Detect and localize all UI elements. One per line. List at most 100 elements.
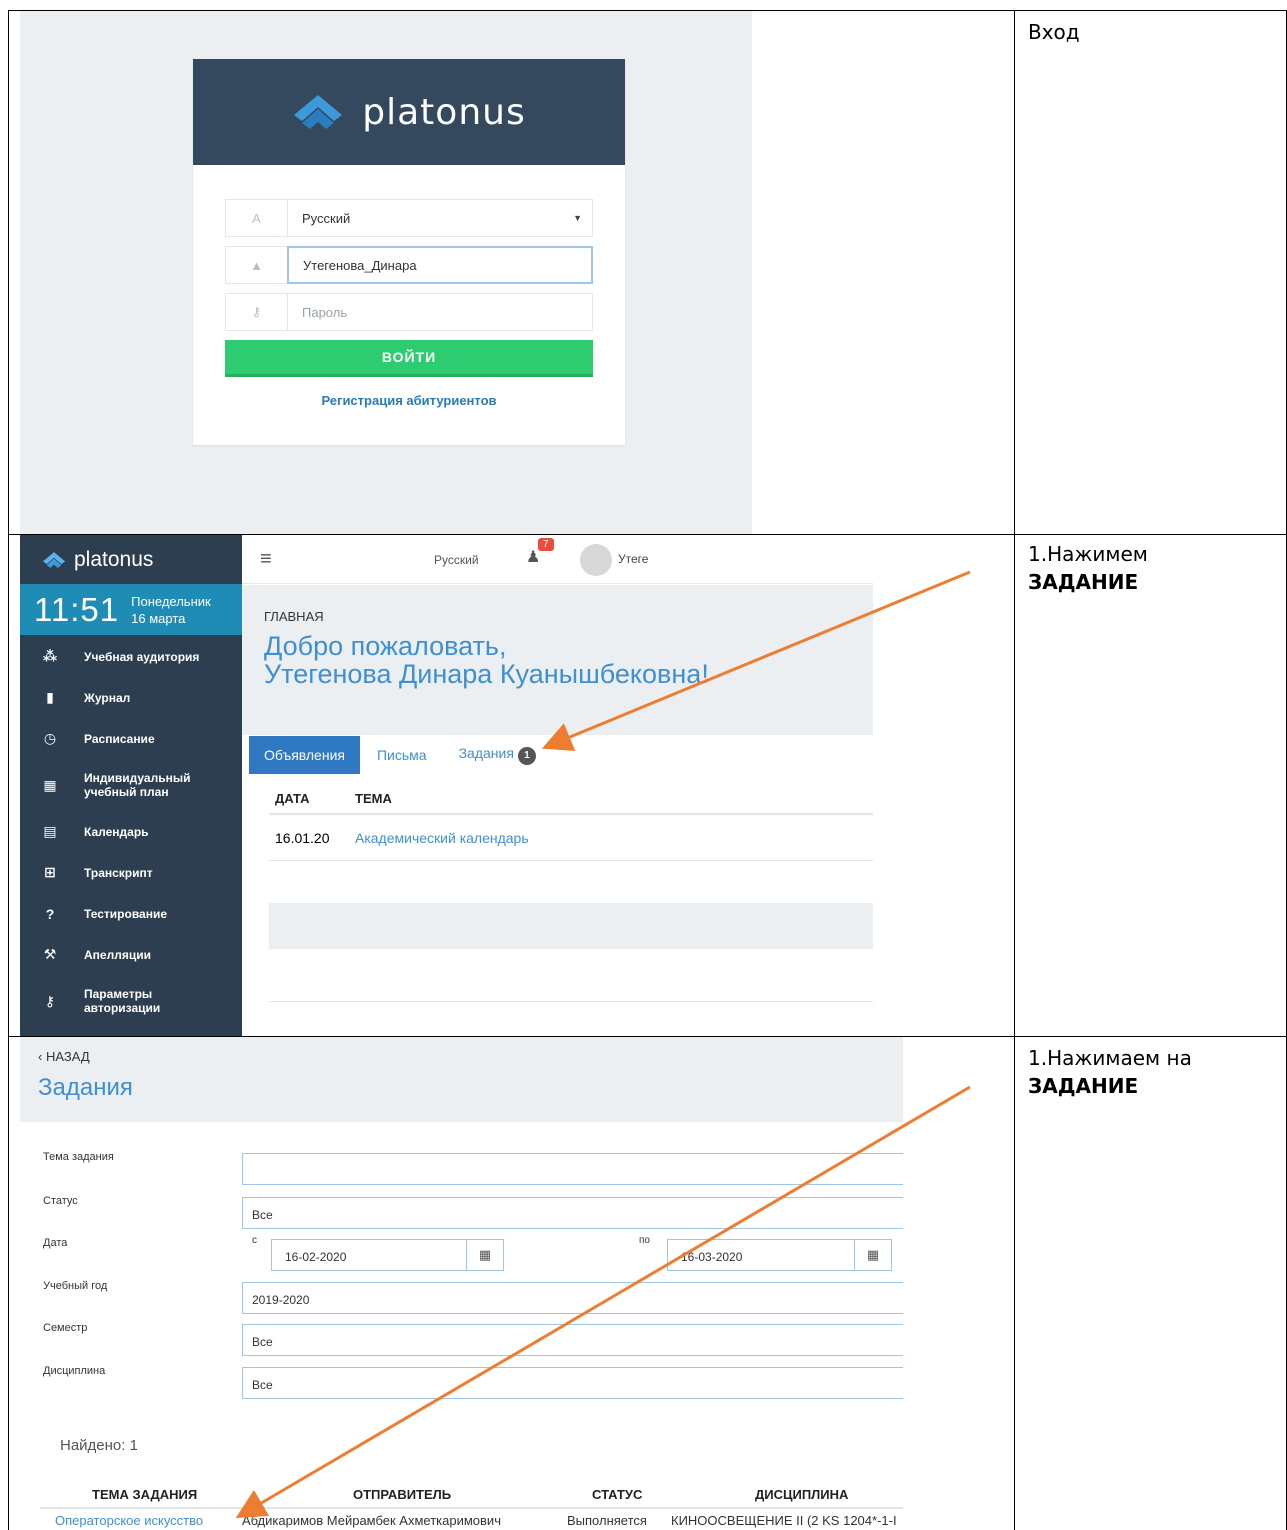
login-header: platonus [193,59,625,165]
tasks-header: ‹ НАЗАД Задания [20,1037,903,1122]
filter-semester-label: Семестр [43,1322,88,1334]
topbar-language[interactable]: Русский [434,553,479,567]
tasks-screenshot: ‹ НАЗАД Задания Тема задания Статус Все … [20,1037,903,1530]
clock-weekday: Понедельник [131,593,211,609]
clock-date: Понедельник 16 марта [131,593,211,627]
sidebar-item-label: Календарь [84,824,149,839]
col-date: ДАТА [275,790,310,806]
discipline-select[interactable]: Все [242,1367,903,1399]
menu-toggle-icon[interactable]: ≡ [260,548,272,571]
table-icon: ⊞ [44,864,56,880]
filter-year: Учебный год 2019-2020 [20,1280,903,1314]
filter-topic: Тема задания [20,1151,903,1185]
note-step-2-text: 1.Нажимаем на [1028,1046,1192,1070]
note-login: Вход [1028,20,1080,44]
clock-day: 16 марта [131,610,186,626]
empty-row-white [269,1001,873,1036]
sidebar-item-2[interactable]: ◷ Расписание [20,718,242,759]
login-card: platonus A Русский ▼ ▲ Утегенова_Динара … [193,59,625,445]
welcome-line-2: Утегенова Динара Куанышбековна! [264,659,709,689]
username-row: ▲ Утегенова_Динара [225,246,593,284]
date-to-input[interactable]: 16-03-2020 [667,1239,855,1271]
tab-tasks[interactable]: Задания 1 [459,745,536,765]
question-icon: ? [45,905,55,922]
filter-status-label: Статус [43,1195,78,1207]
greeting-panel: ГЛАВНАЯ Добро пожаловать, Утегенова Дина… [242,585,873,735]
col-status: СТАТУС [592,1487,643,1502]
chevron-down-icon: ▼ [573,213,582,223]
row-topic-link[interactable]: Академический календарь [355,830,529,846]
login-screenshot: platonus A Русский ▼ ▲ Утегенова_Динара … [20,11,752,534]
sidebar-brand-text: platonus [74,547,154,571]
topbar-username[interactable]: Утеге [618,552,648,566]
clock-icon: ◷ [43,730,57,746]
platonus-logo-icon [294,95,343,129]
login-button[interactable]: ВОЙТИ [225,340,593,377]
table-header: ДАТА ТЕМА [269,783,873,815]
tasks-title: Задания [38,1074,133,1101]
table-row: Операторское искусство Абдикаримов Мейра… [40,1513,903,1530]
back-link[interactable]: ‹ НАЗАД [38,1049,903,1064]
dashboard-screenshot: platonus 11:51 Понедельник 16 марта ⁂ Уче… [20,535,873,1036]
note-step-1: 1.Нажимем ЗАДАНИЕ [1028,540,1148,596]
password-row: ⚷ Пароль [225,293,593,331]
sidebar-item-6[interactable]: ? Тестирование [20,893,242,934]
calendar-icon[interactable]: ▦ [466,1239,504,1271]
key-icon: ⚷ [225,293,287,331]
sidebar-item-label: Апелляции [84,947,151,962]
language-icon: A [225,199,287,237]
dashboard-main: ГЛАВНАЯ Добро пожаловать, Утегенова Дина… [242,585,873,1036]
sidebar-item-7[interactable]: ⚒ Апелляции [20,934,242,975]
sidebar-brand[interactable]: platonus [20,535,242,584]
chevron-left-icon: ‹ [38,1049,43,1064]
task-topic-link[interactable]: Операторское искусство [55,1513,203,1528]
table-row: 16.01.20 Академический календарь [269,815,873,861]
filter-discipline-label: Дисциплина [43,1365,106,1377]
filter-status: Статус Все [20,1195,903,1229]
dashboard-tabs: Объявления Письма Задания 1 [242,735,873,775]
username-input[interactable]: Утегенова_Динара [287,246,593,284]
col-topic: ТЕМА [355,790,392,806]
sidebar-item-0[interactable]: ⁂ Учебная аудитория [20,636,242,677]
date-from-label: с [252,1235,257,1246]
register-link[interactable]: Регистрация абитуриентов [225,393,593,408]
notification-badge: 7 [538,538,554,551]
empty-row-gray [269,903,873,949]
back-label: НАЗАД [45,1049,90,1064]
sidebar-item-label: Тестирование [84,906,168,921]
tasks-count-badge: 1 [517,747,536,765]
sidebar-item-4[interactable]: ▤ Календарь [20,811,242,852]
year-select[interactable]: 2019-2020 [242,1282,903,1314]
sidebar-item-label: Транскрипт [84,865,153,880]
note-step-1-bold: ЗАДАНИЕ [1028,570,1139,594]
platonus-logo-icon [42,551,66,568]
task-discipline: КИНООСВЕЩЕНИЕ II (2 KS 1204*-1-I [671,1513,897,1528]
breadcrumb: ГЛАВНАЯ [264,609,324,624]
sidebar-item-5[interactable]: ⊞ Транскрипт [20,852,242,893]
table-border-middle [1014,10,1015,1530]
results-header: ТЕМА ЗАДАНИЯ ОТПРАВИТЕЛЬ СТАТУС ДИСЦИПЛИ… [40,1487,903,1509]
avatar[interactable] [580,544,612,576]
sidebar-menu: ⁂ Учебная аудитория ▮ Журнал ◷ Расписание ▦ Инд… [20,635,242,1027]
status-select[interactable]: Все [242,1197,903,1229]
topic-input[interactable] [242,1153,903,1185]
calendar-icon[interactable]: ▦ [854,1239,892,1271]
filter-date-label: Дата [43,1237,68,1249]
grid-icon: ▦ [43,777,57,793]
password-input[interactable]: Пароль [287,293,593,331]
tab-letters[interactable]: Письма [377,747,427,763]
sidebar-item-8[interactable]: ⚷ Параметры авторизации [20,975,242,1027]
col-sender: ОТПРАВИТЕЛЬ [353,1487,452,1502]
sidebar-clock: 11:51 Понедельник 16 марта [20,584,242,635]
login-form: A Русский ▼ ▲ Утегенова_Динара ⚷ Пароль … [193,165,625,408]
language-select[interactable]: Русский ▼ [287,199,593,237]
sidebar-item-3[interactable]: ▦ Индивидуальный учебный план [20,759,242,811]
semester-select[interactable]: Все [242,1324,903,1356]
calendar-icon: ▤ [43,823,57,839]
user-icon: ▲ [225,246,287,284]
tab-announcements[interactable]: Объявления [249,736,360,774]
note-step-1-text: 1.Нажимем [1028,542,1148,566]
date-from-input[interactable]: 16-02-2020 [271,1239,467,1271]
users-icon: ⁂ [42,648,58,664]
sidebar-item-1[interactable]: ▮ Журнал [20,677,242,718]
